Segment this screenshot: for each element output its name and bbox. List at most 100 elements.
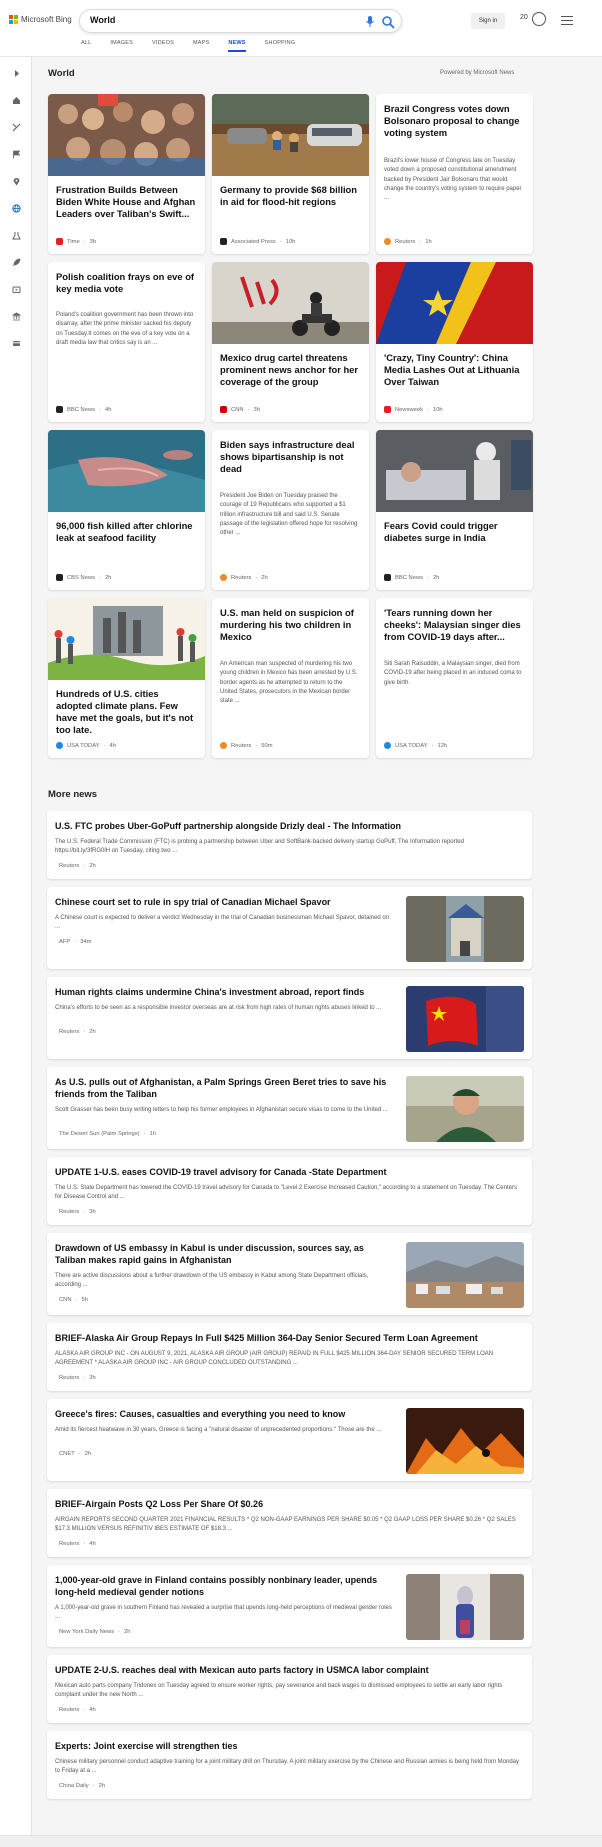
tab-shopping[interactable]: SHOPPING — [265, 40, 296, 52]
search-input[interactable] — [90, 15, 350, 25]
item-title[interactable]: Human rights claims undermine China's in… — [55, 986, 395, 998]
chevron-right-icon[interactable] — [8, 66, 24, 80]
item-source: Reuters · 3h — [59, 1209, 96, 1215]
list-item[interactable]: Human rights claims undermine China's in… — [47, 977, 532, 1059]
card-title[interactable]: 'Crazy, Tiny Country': China Media Lashe… — [384, 352, 525, 388]
item-title[interactable]: Greece's fires: Causes, casualties and e… — [55, 1408, 395, 1420]
item-source: Reuters · 4h — [59, 1541, 96, 1547]
card-source: Reuters · 2h — [220, 574, 361, 581]
tab-videos[interactable]: VIDEOS — [152, 40, 174, 52]
list-item[interactable]: UPDATE 1-U.S. eases COVID-19 travel advi… — [47, 1157, 532, 1225]
item-title[interactable]: BRIEF-Alaska Air Group Repays In Full $4… — [55, 1332, 520, 1344]
item-snippet: AIRGAIN REPORTS SECOND QUARTER 2021 FINA… — [55, 1517, 516, 1533]
news-card[interactable]: Polish coalition frays on eve of key med… — [48, 262, 205, 422]
grave-photo — [406, 1574, 524, 1640]
item-title[interactable]: Chinese court set to rule in spy trial o… — [55, 896, 395, 908]
list-item[interactable]: Greece's fires: Causes, casualties and e… — [47, 1399, 532, 1481]
item-title[interactable]: UPDATE 1-U.S. eases COVID-19 travel advi… — [55, 1166, 520, 1178]
item-source: AFP · 34m — [59, 939, 92, 945]
home-icon[interactable] — [8, 93, 24, 107]
item-title[interactable]: Drawdown of US embassy in Kabul is under… — [55, 1242, 395, 1266]
news-card[interactable]: Brazil Congress votes down Bolsonaro pro… — [376, 94, 533, 254]
news-card[interactable]: Hundreds of U.S. cities adopted climate … — [48, 598, 205, 758]
list-item[interactable]: Drawdown of US embassy in Kabul is under… — [47, 1233, 532, 1315]
card-title[interactable]: Germany to provide $68 billion in aid fo… — [220, 184, 361, 208]
item-source: Reuters · 3h — [59, 1375, 96, 1381]
header: Microsoft Bing Sign in 20 ALL IMAGES VID… — [0, 0, 602, 56]
card-title[interactable]: Polish coalition frays on eve of key med… — [56, 271, 197, 295]
tab-news[interactable]: NEWS — [228, 40, 246, 52]
search-box[interactable] — [79, 9, 402, 33]
left-rail — [0, 57, 32, 1847]
card-title[interactable]: Brazil Congress votes down Bolsonaro pro… — [384, 103, 525, 139]
list-item[interactable]: BRIEF-Alaska Air Group Repays In Full $4… — [47, 1323, 532, 1391]
globe-icon[interactable] — [8, 201, 24, 215]
item-snippet: Scott Grasser has been busy writing lett… — [55, 1107, 388, 1113]
flood-photo — [212, 94, 369, 176]
item-title[interactable]: Experts: Joint exercise will strengthen … — [55, 1740, 520, 1752]
card-source: Reuters · 1h — [384, 238, 525, 245]
list-item[interactable]: 1,000-year-old grave in Finland contains… — [47, 1565, 532, 1647]
news-card[interactable]: Fears Covid could trigger diabetes surge… — [376, 430, 533, 590]
item-title[interactable]: 1,000-year-old grave in Finland contains… — [55, 1574, 395, 1598]
flag-icon[interactable] — [8, 147, 24, 161]
card-source: Newsweek · 10h — [384, 406, 525, 413]
fire-photo — [406, 1408, 524, 1474]
source-logo-icon — [220, 406, 227, 413]
news-card[interactable]: Germany to provide $68 billion in aid fo… — [212, 94, 369, 254]
rocket-icon[interactable] — [8, 255, 24, 269]
hamburger-menu-icon[interactable] — [561, 16, 573, 25]
source-logo-icon — [56, 406, 63, 413]
card-title[interactable]: Biden says infrastructure deal shows bip… — [220, 439, 361, 475]
sports-icon[interactable] — [8, 120, 24, 134]
card-title[interactable]: U.S. man held on suspicion of murdering … — [220, 607, 361, 643]
card-snippet: Brazil's lower house of Congress late on… — [384, 158, 522, 202]
list-item[interactable]: As U.S. pulls out of Afghanistan, a Palm… — [47, 1067, 532, 1149]
card-title[interactable]: Hundreds of U.S. cities adopted climate … — [56, 688, 197, 736]
card-title[interactable]: 'Tears running down her cheeks': Malaysi… — [384, 607, 525, 643]
item-title[interactable]: As U.S. pulls out of Afghanistan, a Palm… — [55, 1076, 395, 1100]
news-card[interactable]: Mexico drug cartel threatens prominent n… — [212, 262, 369, 422]
item-title[interactable]: BRIEF-Airgain Posts Q2 Loss Per Share Of… — [55, 1498, 520, 1510]
video-icon[interactable] — [8, 282, 24, 296]
list-item[interactable]: Chinese court set to rule in spy trial o… — [47, 887, 532, 969]
microphone-icon[interactable] — [366, 16, 374, 27]
source-logo-icon — [384, 574, 391, 581]
card-title[interactable]: Frustration Builds Between Biden White H… — [56, 184, 197, 220]
item-title[interactable]: UPDATE 2-U.S. reaches deal with Mexican … — [55, 1664, 520, 1676]
item-snippet: Amid its fiercest heatwave in 30 years, … — [55, 1427, 382, 1433]
source-logo-icon — [220, 574, 227, 581]
item-snippet: ALASKA AIR GROUP INC - ON AUGUST 9, 2021… — [55, 1351, 494, 1367]
item-snippet: The U.S. Federal Trade Commission (FTC) … — [55, 839, 464, 855]
news-card[interactable]: 'Tears running down her cheeks': Malaysi… — [376, 598, 533, 758]
source-logo-icon — [384, 742, 391, 749]
soldier-photo — [406, 1076, 524, 1142]
list-item[interactable]: Experts: Joint exercise will strengthen … — [47, 1731, 532, 1799]
news-card[interactable]: 96,000 fish killed after chlorine leak a… — [48, 430, 205, 590]
location-pin-icon[interactable] — [8, 174, 24, 188]
card-snippet: An American man suspected of murdering h… — [220, 661, 358, 705]
news-card[interactable]: U.S. man held on suspicion of murdering … — [212, 598, 369, 758]
bank-icon[interactable] — [8, 309, 24, 323]
sign-in-button[interactable]: Sign in — [471, 13, 505, 29]
list-item[interactable]: UPDATE 2-U.S. reaches deal with Mexican … — [47, 1655, 532, 1723]
list-item[interactable]: U.S. FTC probes Uber-GoPuff partnership … — [47, 811, 532, 879]
news-card[interactable]: Frustration Builds Between Biden White H… — [48, 94, 205, 254]
tab-all[interactable]: ALL — [81, 40, 91, 52]
tab-images[interactable]: IMAGES — [110, 40, 133, 52]
card-source: USA TODAY · 12h — [384, 742, 525, 749]
search-icon[interactable] — [381, 15, 395, 29]
bing-logo[interactable]: Microsoft Bing — [9, 15, 72, 24]
news-card[interactable]: 'Crazy, Tiny Country': China Media Lashe… — [376, 262, 533, 422]
card-icon[interactable] — [8, 336, 24, 350]
science-icon[interactable] — [8, 228, 24, 242]
card-title[interactable]: 96,000 fish killed after chlorine leak a… — [56, 520, 197, 544]
list-item[interactable]: BRIEF-Airgain Posts Q2 Loss Per Share Of… — [47, 1489, 532, 1557]
card-title[interactable]: Fears Covid could trigger diabetes surge… — [384, 520, 525, 544]
reward-points[interactable]: 20 — [520, 14, 528, 21]
card-title[interactable]: Mexico drug cartel threatens prominent n… — [220, 352, 361, 388]
news-card[interactable]: Biden says infrastructure deal shows bip… — [212, 430, 369, 590]
item-title[interactable]: U.S. FTC probes Uber-GoPuff partnership … — [55, 820, 520, 832]
tab-maps[interactable]: MAPS — [193, 40, 209, 52]
rewards-icon[interactable] — [532, 12, 546, 26]
